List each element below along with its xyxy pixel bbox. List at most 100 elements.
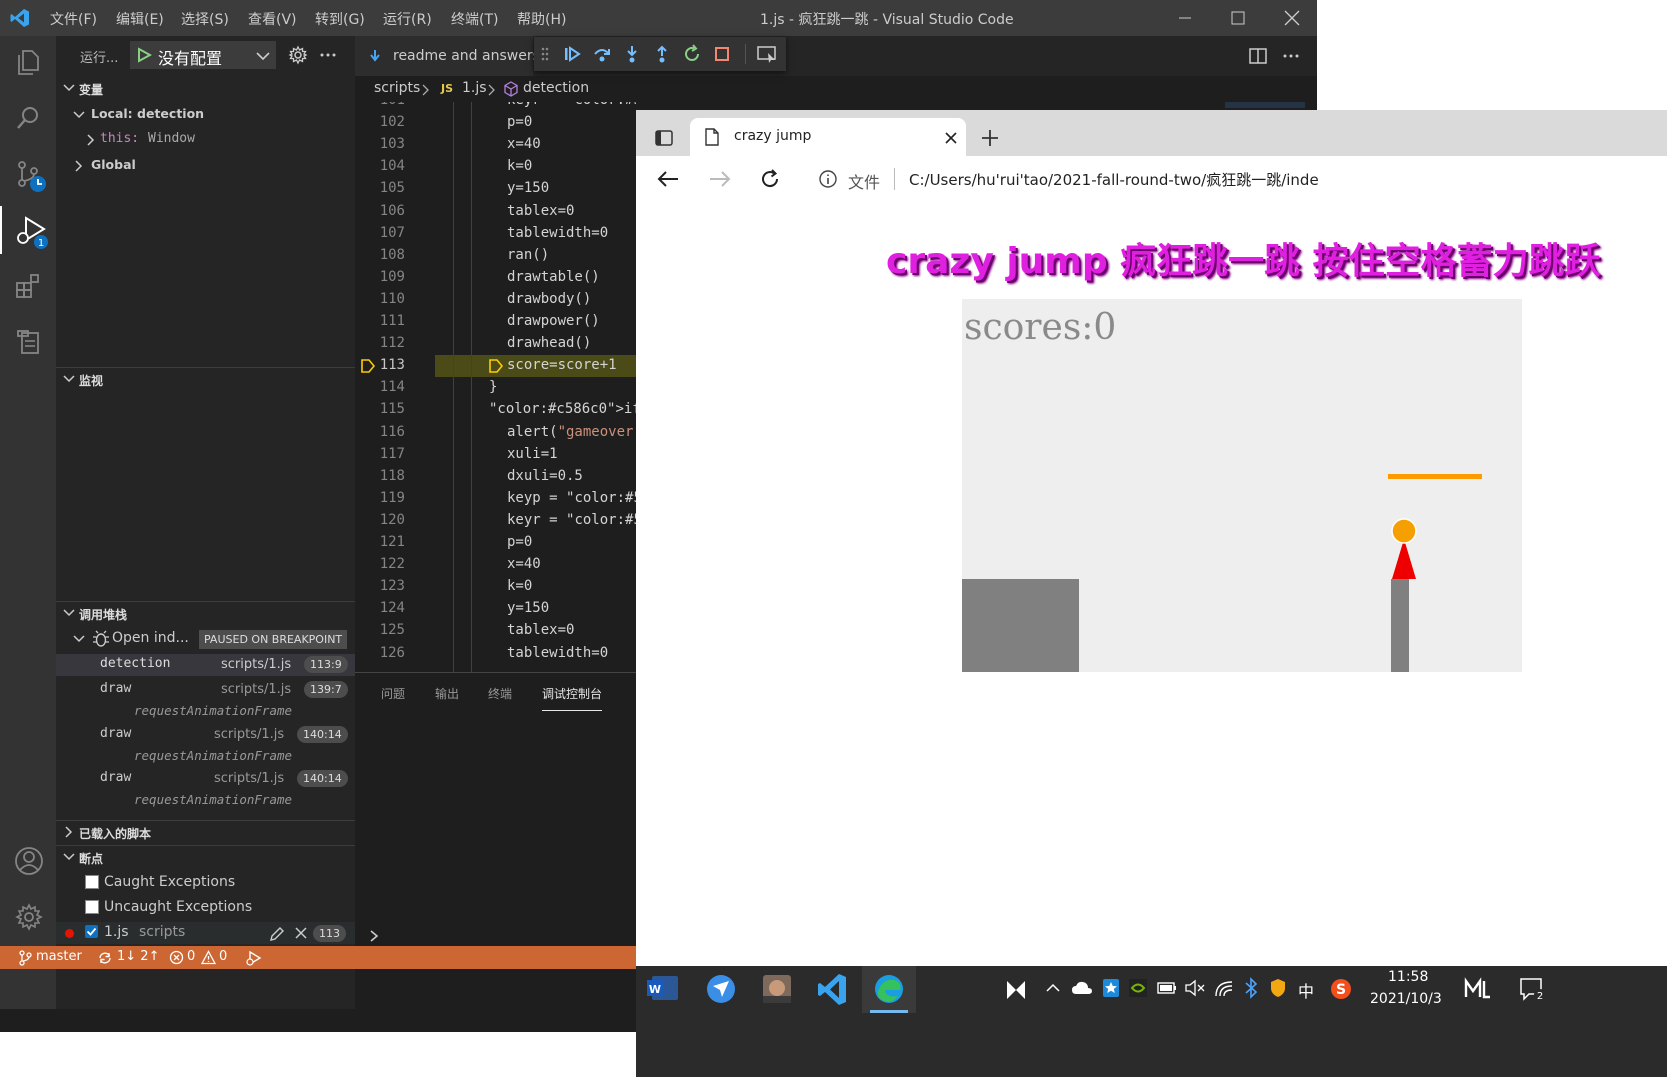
error-count[interactable]: 0 (187, 949, 195, 964)
stack-frame[interactable]: draw scripts/1.js 140:14 (56, 768, 355, 790)
start-debug-icon[interactable] (136, 47, 152, 63)
battery-icon[interactable] (1156, 979, 1178, 997)
notification-app-icon[interactable] (1004, 978, 1028, 1002)
menu-file[interactable]: 文件(F) (50, 9, 97, 29)
breadcrumb-symbol[interactable]: detection (523, 80, 589, 96)
tab-problems[interactable]: 问题 (381, 685, 405, 702)
stack-frame[interactable]: draw scripts/1.js 139:7 (56, 679, 355, 701)
uncaught-exceptions-checkbox[interactable] (85, 900, 99, 914)
chevron-up-icon[interactable] (1046, 982, 1060, 994)
menu-view[interactable]: 查看(V) (248, 9, 297, 29)
debug-thread[interactable]: Open ind... PAUSED ON BREAKPOINT (56, 628, 355, 650)
game-canvas[interactable]: scores:0 (962, 299, 1522, 672)
console-prompt-chevron-icon[interactable] (368, 929, 380, 943)
onedrive-cloud-icon[interactable] (1071, 978, 1093, 998)
continue-icon[interactable] (562, 44, 582, 64)
tab-debug-console[interactable]: 调试控制台 (542, 685, 603, 711)
code-editor[interactable]: 101 keyr = "color:#569cd6">false 102 p=0 103… (355, 102, 636, 672)
warning-count[interactable]: 0 (219, 949, 227, 964)
breadcrumb-folder[interactable]: scripts (374, 80, 420, 96)
inspect-devtools-icon[interactable] (756, 44, 778, 64)
run-debug-icon[interactable]: 1 (0, 206, 58, 254)
restart-icon[interactable] (682, 44, 702, 64)
account-icon[interactable] (0, 836, 56, 884)
vscode-app-icon[interactable] (806, 966, 860, 1013)
extensions-icon[interactable] (0, 262, 56, 310)
security-shield-icon[interactable] (1269, 977, 1287, 999)
new-tab-plus-icon[interactable] (980, 128, 1000, 148)
action-center-icon[interactable]: 2 (1519, 977, 1547, 1003)
debug-launch-status-icon[interactable] (246, 950, 262, 966)
call-stack-section-header[interactable]: 调用堆栈 (56, 601, 355, 626)
breadcrumb-file[interactable]: 1.js (462, 80, 487, 96)
breakpoints-section-header[interactable]: 断点 (56, 845, 355, 870)
minimap[interactable] (1225, 102, 1305, 108)
stack-frame[interactable]: draw scripts/1.js 140:14 (56, 724, 355, 746)
split-editor-icon[interactable] (1248, 46, 1268, 66)
loaded-scripts-section-header[interactable]: 已载入的脚本 (56, 820, 355, 845)
maximize-button[interactable] (1211, 0, 1267, 36)
step-over-icon[interactable] (592, 44, 612, 64)
tab-terminal[interactable]: 终端 (488, 685, 512, 702)
close-tab-icon[interactable] (944, 131, 958, 145)
search-icon[interactable] (0, 94, 56, 142)
pinned-star-icon[interactable] (1102, 978, 1120, 998)
source-control-icon[interactable] (0, 150, 56, 198)
menu-selection[interactable]: 选择(S) (181, 9, 229, 29)
git-branch[interactable]: master (36, 949, 82, 964)
clock-time[interactable]: 11:58 (1388, 969, 1428, 985)
nvidia-icon[interactable] (1128, 978, 1148, 998)
edit-pencil-icon[interactable] (268, 925, 286, 943)
feishu-app-icon[interactable] (694, 966, 748, 1013)
test-explorer-icon[interactable] (0, 318, 56, 366)
minimize-button[interactable] (1157, 0, 1213, 36)
step-into-icon[interactable] (622, 44, 642, 64)
tab-output[interactable]: 输出 (435, 685, 459, 702)
volume-muted-icon[interactable] (1184, 979, 1206, 997)
inline-breakpoint-icon[interactable] (489, 359, 503, 373)
menu-edit[interactable]: 编辑(E) (116, 9, 164, 29)
uncaught-exceptions-item[interactable]: Uncaught Exceptions (56, 897, 355, 919)
forward-arrow-icon[interactable] (708, 169, 732, 189)
settings-gear-icon[interactable] (0, 892, 56, 940)
more-actions-icon[interactable] (318, 45, 338, 65)
breakpoint-checkbox[interactable] (85, 925, 98, 938)
address-url[interactable]: C:/Users/hu'rui'tao/2021-fall-round-two/… (909, 169, 1319, 190)
editor-more-actions-icon[interactable] (1281, 46, 1301, 66)
explorer-icon[interactable] (0, 38, 56, 86)
open-launch-json-gear-icon[interactable] (288, 45, 308, 65)
caught-exceptions-item[interactable]: Caught Exceptions (56, 872, 355, 894)
menu-terminal[interactable]: 终端(T) (451, 9, 498, 29)
refresh-icon[interactable] (759, 168, 781, 190)
tab-actions-icon[interactable] (654, 128, 674, 148)
sync-counts[interactable]: 1↓ 2↑ (117, 949, 159, 964)
tab-readme[interactable]: readme and answers (355, 36, 540, 76)
variables-section-header[interactable]: 变量 (56, 77, 355, 101)
watch-section-header[interactable]: 监视 (56, 367, 355, 392)
menu-help[interactable]: 帮助(H) (517, 9, 566, 29)
wifi-icon[interactable] (1214, 978, 1236, 998)
menu-go[interactable]: 转到(G) (315, 9, 365, 29)
stack-frame[interactable]: detection scripts/1.js 113:9 (56, 654, 355, 676)
browser-tab[interactable]: crazy jump (690, 118, 966, 156)
edge-app-icon[interactable] (862, 966, 916, 1013)
word-app-icon[interactable]: W (638, 966, 692, 1013)
stop-icon[interactable] (712, 44, 732, 64)
ime-indicator[interactable]: 中 (1298, 978, 1314, 1002)
meeting-app-icon[interactable] (1464, 977, 1492, 1001)
back-arrow-icon[interactable] (656, 169, 680, 189)
clock-date[interactable]: 2021/10/3 (1370, 991, 1442, 1007)
step-out-icon[interactable] (652, 44, 672, 64)
sogou-input-icon[interactable]: S (1330, 978, 1352, 1000)
photo-app-icon[interactable] (750, 966, 804, 1013)
drag-handle-icon[interactable] (540, 46, 550, 62)
remove-breakpoint-icon[interactable] (293, 925, 309, 941)
info-icon[interactable] (818, 169, 838, 189)
bluetooth-icon[interactable] (1243, 977, 1259, 999)
sync-icon[interactable] (97, 950, 113, 966)
address-bar[interactable]: 文件 C:/Users/hu'rui'tao/2021-fall-round-t… (806, 160, 1667, 198)
menu-run[interactable]: 运行(R) (383, 9, 432, 29)
breakpoint-item[interactable]: 1.js scripts 113 (56, 922, 355, 944)
close-window-button[interactable] (1264, 0, 1317, 36)
caught-exceptions-checkbox[interactable] (85, 875, 99, 889)
